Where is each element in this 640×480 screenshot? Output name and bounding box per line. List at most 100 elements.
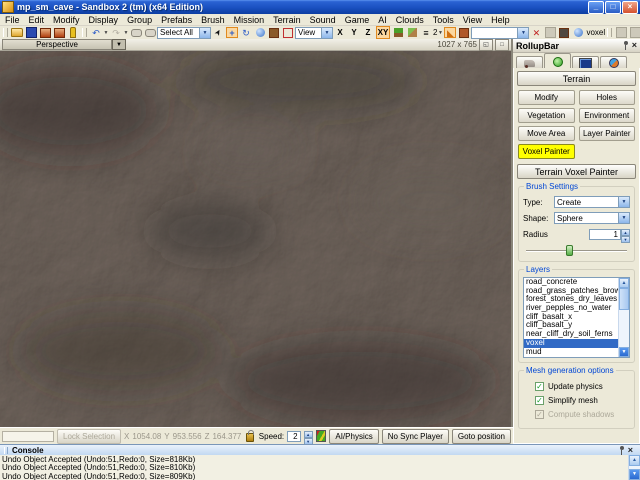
move-tool-icon[interactable]: + (226, 27, 238, 38)
rotate-tool-icon[interactable]: ↻ (240, 27, 252, 38)
axis-z-button[interactable]: Z (362, 27, 374, 38)
menu-mission[interactable]: Mission (234, 15, 265, 25)
pin-icon[interactable] (623, 41, 629, 50)
voxel-painter-button[interactable]: Voxel Painter (518, 144, 575, 159)
snap-dropdown-icon[interactable]: ▼ (437, 30, 443, 36)
menu-brush[interactable]: Brush (201, 15, 225, 25)
export-selected-icon[interactable] (39, 27, 51, 38)
layer-item[interactable]: road_grass_patches_brown_sc (524, 287, 619, 296)
terrain-modify-icon[interactable] (392, 27, 404, 38)
brush-radius-input[interactable]: 1 (589, 229, 621, 240)
maximize-viewport-icon[interactable]: □ (495, 39, 509, 51)
menu-prefabs[interactable]: Prefabs (161, 15, 192, 25)
toolbar-grip[interactable] (3, 28, 8, 37)
box-tool-icon[interactable] (458, 27, 470, 38)
layers-listbox[interactable]: road_concrete road_grass_patches_brown_s… (523, 277, 630, 358)
menu-edit[interactable]: Edit (29, 15, 45, 25)
slider-thumb[interactable] (566, 245, 573, 256)
menu-ai[interactable]: AI (378, 15, 387, 25)
scroll-up-icon[interactable]: ▲ (619, 278, 629, 288)
checkbox-checked-icon[interactable]: ✓ (535, 396, 544, 405)
sim-play-icon[interactable] (615, 27, 627, 38)
console-scrollbar[interactable]: ▲ ▼ (628, 455, 640, 480)
layer-item[interactable]: forest_stones_dry_leaves (524, 295, 619, 304)
layer-item[interactable]: road_concrete (524, 278, 619, 287)
holes-button[interactable]: Holes (579, 90, 636, 105)
close-console-icon[interactable]: × (628, 446, 633, 455)
layer-item[interactable]: mud (524, 348, 619, 357)
console-log[interactable]: Undo Object Accepted (Undo:51,Redo:0, Si… (0, 455, 640, 480)
chevron-down-icon[interactable]: ▼ (517, 28, 528, 38)
brush-type-combobox[interactable]: Create ▼ (554, 196, 630, 208)
toolbar-grip[interactable] (82, 28, 87, 37)
export-to-engine-icon[interactable] (53, 27, 65, 38)
object-search-combobox[interactable]: ▼ (471, 27, 529, 39)
close-panel-icon[interactable]: × (632, 41, 637, 50)
menu-sound[interactable]: Sound (310, 15, 336, 25)
undo-dropdown-icon[interactable]: ▼ (103, 30, 109, 36)
freeze-icon[interactable] (544, 27, 556, 38)
unlink-icon[interactable] (144, 27, 156, 38)
menu-view[interactable]: View (463, 15, 482, 25)
axis-x-button[interactable]: X (334, 27, 346, 38)
sim-physics-icon[interactable] (629, 27, 640, 38)
viewport-mode-dropdown-icon[interactable]: ▼ (112, 39, 126, 50)
close-button-icon[interactable]: × (622, 1, 638, 14)
terrain-section-header[interactable]: Terrain (517, 71, 636, 86)
minimize-button-icon[interactable]: _ (588, 1, 604, 14)
terrain-map-icon[interactable] (316, 430, 327, 442)
checkbox-checked-icon[interactable]: ✓ (535, 382, 544, 391)
scroll-down-icon[interactable]: ▼ (629, 469, 640, 480)
scale-tool-icon[interactable] (254, 27, 266, 38)
view-combobox[interactable]: View ▼ (295, 27, 333, 39)
undo-icon[interactable]: ↶ (90, 27, 102, 38)
axis-y-button[interactable]: Y (348, 27, 360, 38)
brush-radius-slider[interactable] (524, 244, 629, 257)
menu-group[interactable]: Group (127, 15, 152, 25)
save-icon[interactable] (25, 27, 37, 38)
move-area-button[interactable]: Move Area (518, 126, 575, 141)
open-icon[interactable] (11, 27, 23, 38)
chevron-down-icon[interactable]: ▼ (199, 28, 210, 38)
link-icon[interactable] (130, 27, 142, 38)
layer-item[interactable]: cliff_basalt_y (524, 321, 619, 330)
menu-modify[interactable]: Modify (53, 15, 80, 25)
viewport-mode-selector[interactable]: Perspective (2, 39, 112, 50)
goto-position-button[interactable]: Goto position (452, 429, 511, 444)
select-filter-combobox[interactable]: Select All ▼ (157, 27, 211, 39)
layer-list-icon[interactable]: ≡ (420, 27, 432, 38)
layer-painter-button[interactable]: Layer Painter (579, 126, 636, 141)
brush-shape-combobox[interactable]: Sphere ▼ (554, 212, 630, 224)
menu-display[interactable]: Display (89, 15, 119, 25)
select-area-icon[interactable] (282, 27, 294, 38)
layer-item[interactable]: cliff_basalt_x (524, 313, 619, 322)
chevron-down-icon[interactable]: ▼ (618, 197, 629, 207)
goto-object-icon[interactable] (558, 27, 570, 38)
menu-help[interactable]: Help (491, 15, 510, 25)
menu-tools[interactable]: Tools (433, 15, 454, 25)
menu-clouds[interactable]: Clouds (396, 15, 424, 25)
layer-item-selected[interactable]: voxel (524, 339, 619, 348)
layers-scrollbar[interactable]: ▲ ▼ (618, 278, 629, 357)
deselect-icon[interactable]: ✕ (530, 27, 542, 38)
ai-physics-button[interactable]: AI/Physics (329, 429, 378, 444)
redo-icon[interactable]: ↷ (110, 27, 122, 38)
measure-tool-icon[interactable]: ◣ (444, 27, 456, 38)
maximize-button-icon[interactable]: □ (605, 1, 621, 14)
layer-item[interactable]: near_cliff_dry_soil_ferns (524, 330, 619, 339)
menu-game[interactable]: Game (345, 15, 370, 25)
no-sync-player-button[interactable]: No Sync Player (382, 429, 449, 444)
vegetation-button[interactable]: Vegetation (518, 108, 575, 123)
selection-name-field[interactable] (2, 431, 54, 442)
modify-button[interactable]: Modify (518, 90, 575, 105)
tab-terrain[interactable] (544, 53, 571, 69)
scroll-down-icon[interactable]: ▼ (619, 347, 629, 357)
scrollbar-thumb[interactable] (619, 288, 629, 310)
chevron-down-icon[interactable]: ▼ (618, 213, 629, 223)
environment-button[interactable]: Environment (579, 108, 636, 123)
spinner-down-icon[interactable]: ▼ (621, 236, 630, 243)
speed-input[interactable]: 2 (287, 431, 300, 442)
toolbar-grip[interactable] (607, 28, 612, 37)
axis-xy-button[interactable]: XY (376, 26, 390, 39)
redo-dropdown-icon[interactable]: ▼ (123, 30, 129, 36)
